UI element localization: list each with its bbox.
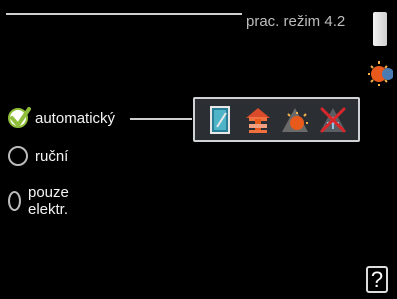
mode-label: pouze elektr. <box>28 184 69 218</box>
heat-pump-icon <box>278 103 312 137</box>
connector-line <box>130 118 192 120</box>
radio-unchecked[interactable] <box>8 146 28 166</box>
radio-unchecked[interactable] <box>8 191 21 211</box>
function-panel <box>193 97 360 142</box>
mode-option-automatic[interactable]: automatický <box>8 107 116 128</box>
sun-icon <box>367 60 394 86</box>
radio-checked[interactable] <box>8 107 31 128</box>
mode-label: ruční <box>35 147 69 165</box>
cooling-off-icon <box>316 103 350 137</box>
help-button[interactable]: ? <box>366 266 388 293</box>
mode-option-electric-only[interactable]: pouze elektr. <box>8 184 76 218</box>
heating-icon <box>241 103 275 137</box>
side-indicator-bar <box>373 12 387 46</box>
mode-option-manual[interactable]: ruční <box>8 146 68 166</box>
hot-water-icon <box>203 103 237 137</box>
mode-label: automatický <box>35 109 116 127</box>
page-title: prac. režim 4.2 <box>246 13 346 30</box>
header-line <box>6 13 242 15</box>
